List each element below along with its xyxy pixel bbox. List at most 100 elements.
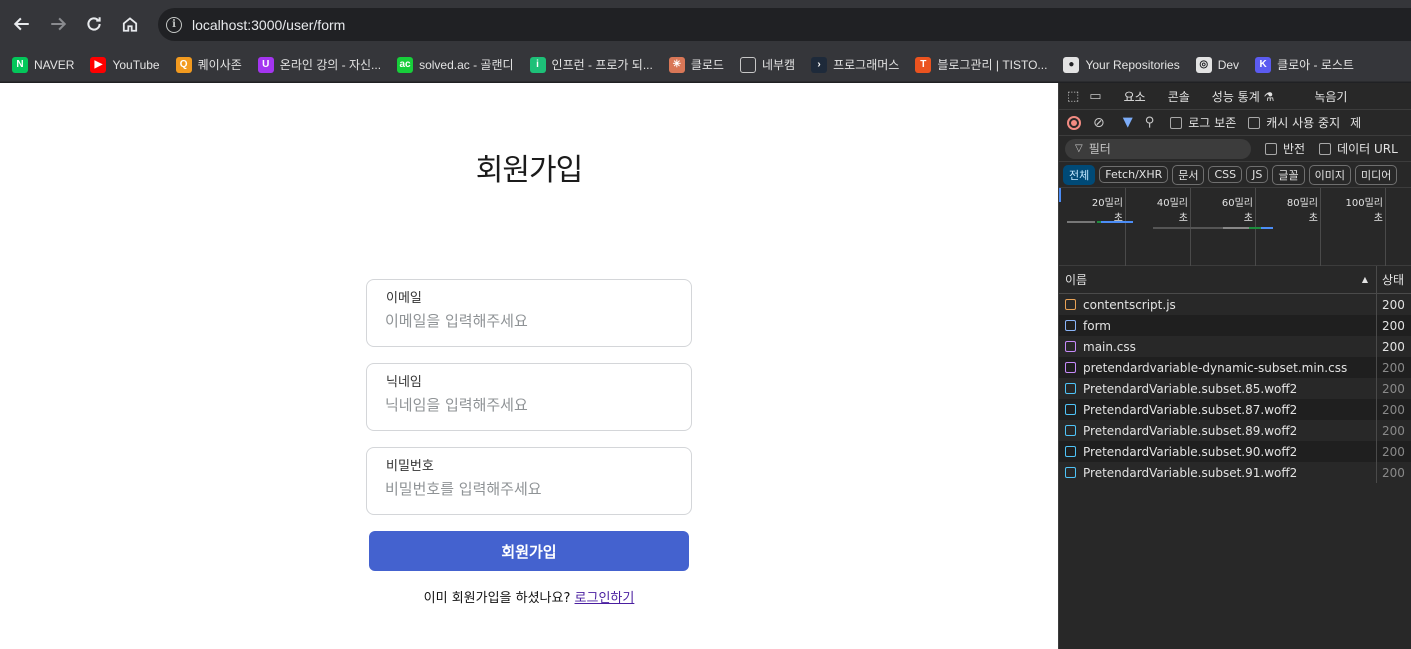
status-column-header[interactable]: 상태: [1377, 271, 1404, 288]
request-row[interactable]: PretendardVariable.subset.90.woff2 200: [1059, 441, 1411, 462]
request-row[interactable]: main.css 200: [1059, 336, 1411, 357]
font-file-icon: [1065, 446, 1076, 457]
tab-recorder[interactable]: 녹음기: [1314, 88, 1347, 105]
doc-file-icon: [1065, 320, 1076, 331]
bookmark-item[interactable]: Q 퀘이사존: [175, 56, 242, 73]
bookmark-item[interactable]: ac solved.ac - 골랜디: [397, 56, 514, 73]
bookmark-item[interactable]: N NAVER: [12, 56, 75, 73]
filter-icon[interactable]: ▼: [1123, 115, 1133, 130]
bookmark-item[interactable]: › 프로그래머스: [811, 56, 899, 73]
network-timeline-overview[interactable]: 20밀리초40밀리초60밀리초80밀리초100밀리초12: [1059, 188, 1411, 266]
tab-console[interactable]: 콘솔: [1168, 88, 1190, 105]
font-file-icon: [1065, 467, 1076, 478]
request-status-cell: 200: [1382, 360, 1405, 375]
bookmark-label: Dev: [1217, 57, 1240, 72]
address-bar[interactable]: i localhost:3000/user/form: [158, 8, 1411, 41]
tab-performance-insights[interactable]: 성능 통계 ⚗: [1212, 88, 1275, 105]
name-column-label: 이름: [1065, 273, 1088, 287]
back-button[interactable]: [4, 6, 40, 42]
email-field[interactable]: 이메일: [366, 279, 692, 347]
request-name-cell: contentscript.js: [1059, 294, 1377, 315]
bookmark-item[interactable]: ● Your Repositories: [1063, 56, 1180, 73]
bookmark-label: NAVER: [34, 57, 75, 72]
filter-funnel-icon: ▽: [1075, 143, 1083, 154]
bookmark-item[interactable]: U 온라인 강의 - 자신...: [257, 56, 382, 73]
request-name-cell: form: [1059, 315, 1377, 336]
password-input[interactable]: [385, 480, 675, 498]
request-row[interactable]: contentscript.js 200: [1059, 294, 1411, 315]
request-row[interactable]: form 200: [1059, 315, 1411, 336]
bookmark-label: 프로그래머스: [833, 58, 900, 72]
bookmark-item[interactable]: ▭ 네부캠: [739, 56, 795, 73]
tab-elements[interactable]: 요소: [1124, 88, 1146, 105]
youtube-icon: ▶: [90, 56, 107, 73]
bookmark-item[interactable]: ▶ YouTube: [90, 56, 160, 73]
bookmark-item[interactable]: i 인프런 - 프로가 되...: [529, 56, 653, 73]
search-icon[interactable]: ⚲: [1145, 115, 1155, 130]
filter-chip[interactable]: 문서: [1172, 164, 1205, 185]
naver-icon: N: [12, 56, 28, 73]
filter-chip[interactable]: CSS: [1208, 166, 1243, 183]
name-column-header[interactable]: 이름 ▲: [1059, 266, 1377, 293]
login-link[interactable]: 로그인하기: [575, 591, 635, 606]
email-input[interactable]: [385, 312, 675, 330]
request-row[interactable]: PretendardVariable.subset.85.woff2 200: [1059, 378, 1411, 399]
forward-button[interactable]: [40, 6, 76, 42]
site-info-icon[interactable]: i: [166, 16, 182, 33]
request-name-cell: PretendardVariable.subset.87.woff2: [1059, 399, 1377, 420]
request-name-cell: PretendardVariable.subset.91.woff2: [1059, 462, 1377, 483]
inspect-element-icon[interactable]: ⬚: [1067, 89, 1079, 104]
timeline-request-bar: [1101, 221, 1133, 223]
clear-icon[interactable]: ⊘: [1093, 115, 1105, 131]
request-name-cell: main.css: [1059, 336, 1377, 357]
tistory-icon: T: [915, 56, 932, 73]
bookmark-label: 온라인 강의 - 자신...: [279, 58, 382, 72]
request-name: main.css: [1083, 339, 1136, 354]
reload-button[interactable]: [76, 6, 112, 42]
request-row[interactable]: PretendardVariable.subset.87.woff2 200: [1059, 399, 1411, 420]
disable-cache-checkbox[interactable]: [1248, 116, 1261, 129]
invert-checkbox[interactable]: [1265, 142, 1277, 155]
quasarzone-icon: Q: [175, 56, 192, 73]
nickname-field[interactable]: 닉네임: [366, 363, 692, 431]
filter-row: ▽ 필터 반전 데이터 URL: [1059, 136, 1411, 162]
request-status-cell: 200: [1382, 318, 1405, 333]
timeline-request-bar: [1153, 227, 1223, 229]
device-toolbar-icon[interactable]: ▭: [1089, 89, 1101, 104]
signup-button[interactable]: 회원가입: [369, 531, 689, 571]
request-row[interactable]: PretendardVariable.subset.89.woff2 200: [1059, 420, 1411, 441]
timeline-gridline: [1385, 188, 1386, 266]
filter-chip[interactable]: 전체: [1063, 164, 1096, 185]
record-icon[interactable]: [1067, 115, 1081, 130]
filter-chip[interactable]: 이미지: [1308, 164, 1351, 185]
filter-chip[interactable]: JS: [1246, 166, 1269, 183]
timeline-label: 40밀리초: [1156, 198, 1188, 224]
js-file-icon: [1065, 299, 1076, 310]
udemy-icon: U: [257, 56, 274, 73]
home-button[interactable]: [112, 6, 148, 42]
filter-chip[interactable]: 미디어: [1355, 164, 1398, 185]
request-name: form: [1083, 318, 1111, 333]
filter-chip[interactable]: 글꼴: [1272, 164, 1305, 185]
filter-input[interactable]: ▽ 필터: [1065, 138, 1251, 159]
bookmark-label: 퀘이사존: [197, 58, 242, 72]
github-icon: ●: [1063, 56, 1080, 73]
kloa-icon: K: [1255, 56, 1272, 73]
filter-chip[interactable]: Fetch/XHR: [1099, 166, 1169, 183]
request-row[interactable]: pretendardvariable-dynamic-subset.min.cs…: [1059, 357, 1411, 378]
request-row[interactable]: PretendardVariable.subset.91.woff2 200: [1059, 462, 1411, 483]
nickname-input[interactable]: [385, 396, 675, 414]
preserve-log-checkbox[interactable]: [1170, 116, 1183, 129]
bookmark-item[interactable]: ◎ Dev: [1195, 56, 1240, 73]
timeline-start-marker: [1059, 188, 1061, 202]
timeline-request-bar: [1261, 227, 1273, 229]
bookmark-item[interactable]: ✳ 클로드: [668, 56, 724, 73]
password-field[interactable]: 비밀번호: [366, 447, 692, 515]
hide-data-url-checkbox[interactable]: [1319, 142, 1332, 155]
bookmark-item[interactable]: T 블로그관리 | TISTO...: [915, 56, 1047, 73]
timeline-label: 80밀리초: [1286, 198, 1318, 224]
arrow-left-icon: [13, 17, 29, 31]
throttle-select[interactable]: 제: [1350, 114, 1361, 131]
bookmark-item[interactable]: K 클로아 - 로스트: [1255, 56, 1354, 73]
solvedac-icon: ac: [397, 56, 414, 73]
